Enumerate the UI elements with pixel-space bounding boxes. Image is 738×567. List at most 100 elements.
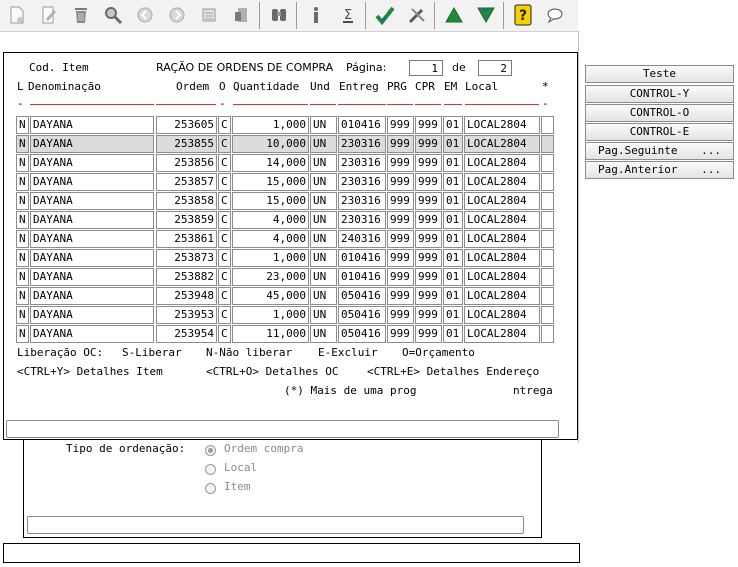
o-cell[interactable]: C [218, 192, 231, 210]
local-cell[interactable]: LOCAL2804 [464, 211, 540, 229]
liberacao-cell[interactable]: N [16, 211, 29, 229]
quantidade-cell[interactable]: 4,000 [232, 211, 309, 229]
denominacao-cell[interactable]: DAYANA [30, 192, 154, 210]
o-cell[interactable]: C [218, 211, 231, 229]
ordem-cell[interactable]: 253861 [156, 230, 217, 248]
liberacao-cell[interactable]: N [16, 306, 29, 324]
local-cell[interactable]: LOCAL2804 [464, 230, 540, 248]
entreg-cell[interactable]: 010416 [338, 268, 386, 286]
liberacao-cell[interactable]: N [16, 173, 29, 191]
circle-forward-icon[interactable] [164, 3, 190, 27]
radio-local[interactable] [205, 464, 216, 475]
o-cell[interactable]: C [218, 325, 231, 343]
cpr-cell[interactable]: 999 [415, 211, 442, 229]
side-button-control-e[interactable]: CONTROL-E [585, 123, 734, 141]
side-button-control-y[interactable]: CONTROL-Y [585, 85, 734, 103]
denominacao-cell[interactable]: DAYANA [30, 116, 154, 134]
cpr-cell[interactable]: 999 [415, 249, 442, 267]
cpr-cell[interactable]: 999 [415, 325, 442, 343]
liberacao-cell[interactable]: N [16, 230, 29, 248]
em-cell[interactable]: 01 [443, 268, 463, 286]
em-cell[interactable]: 01 [443, 154, 463, 172]
und-cell[interactable]: UN [310, 230, 337, 248]
side-button-control-o[interactable]: CONTROL-O [585, 104, 734, 122]
ordem-cell[interactable]: 253605 [156, 116, 217, 134]
cpr-cell[interactable]: 999 [415, 306, 442, 324]
und-cell[interactable]: UN [310, 249, 337, 267]
ordem-cell[interactable]: 253873 [156, 249, 217, 267]
prg-cell[interactable]: 999 [387, 135, 414, 153]
star-cell[interactable] [541, 154, 554, 172]
prg-cell[interactable]: 999 [387, 287, 414, 305]
o-cell[interactable]: C [218, 116, 231, 134]
em-cell[interactable]: 01 [443, 306, 463, 324]
page-current-field[interactable]: 1 [409, 60, 443, 76]
radio-ordem-compra[interactable] [205, 445, 216, 456]
o-cell[interactable]: C [218, 249, 231, 267]
liberacao-cell[interactable]: N [16, 192, 29, 210]
side-button-teste[interactable]: Teste [585, 65, 734, 83]
star-cell[interactable] [541, 306, 554, 324]
quantidade-cell[interactable]: 14,000 [232, 154, 309, 172]
prg-cell[interactable]: 999 [387, 230, 414, 248]
message-field[interactable] [6, 420, 559, 438]
star-cell[interactable] [541, 192, 554, 210]
o-cell[interactable]: C [218, 287, 231, 305]
quantidade-cell[interactable]: 23,000 [232, 268, 309, 286]
und-cell[interactable]: UN [310, 192, 337, 210]
quantidade-cell[interactable]: 15,000 [232, 192, 309, 210]
liberacao-cell[interactable]: N [16, 249, 29, 267]
denominacao-cell[interactable]: DAYANA [30, 325, 154, 343]
export-icon[interactable] [228, 3, 254, 27]
entreg-cell[interactable]: 010416 [338, 249, 386, 267]
em-cell[interactable]: 01 [443, 135, 463, 153]
ordem-cell[interactable]: 253859 [156, 211, 217, 229]
o-cell[interactable]: C [218, 230, 231, 248]
denominacao-cell[interactable]: DAYANA [30, 287, 154, 305]
star-cell[interactable] [541, 173, 554, 191]
denominacao-cell[interactable]: DAYANA [30, 249, 154, 267]
entreg-cell[interactable]: 240316 [338, 230, 386, 248]
quantidade-cell[interactable]: 1,000 [232, 306, 309, 324]
und-cell[interactable]: UN [310, 135, 337, 153]
star-cell[interactable] [541, 325, 554, 343]
em-cell[interactable]: 01 [443, 230, 463, 248]
ordem-cell[interactable]: 253858 [156, 192, 217, 210]
local-cell[interactable]: LOCAL2804 [464, 173, 540, 191]
liberacao-cell[interactable]: N [16, 287, 29, 305]
quantidade-cell[interactable]: 15,000 [232, 173, 309, 191]
liberacao-cell[interactable]: N [16, 154, 29, 172]
ordem-cell[interactable]: 253856 [156, 154, 217, 172]
local-cell[interactable]: LOCAL2804 [464, 116, 540, 134]
em-cell[interactable]: 01 [443, 211, 463, 229]
o-cell[interactable]: C [218, 268, 231, 286]
cpr-cell[interactable]: 999 [415, 268, 442, 286]
ordem-cell[interactable]: 253953 [156, 306, 217, 324]
print-icon[interactable] [196, 3, 222, 27]
liberacao-cell[interactable]: N [16, 116, 29, 134]
liberacao-cell[interactable]: N [16, 268, 29, 286]
o-cell[interactable]: C [218, 135, 231, 153]
denominacao-cell[interactable]: DAYANA [30, 173, 154, 191]
denominacao-cell[interactable]: DAYANA [30, 306, 154, 324]
cpr-cell[interactable]: 999 [415, 173, 442, 191]
o-cell[interactable]: C [218, 154, 231, 172]
prg-cell[interactable]: 999 [387, 173, 414, 191]
und-cell[interactable]: UN [310, 154, 337, 172]
local-cell[interactable]: LOCAL2804 [464, 306, 540, 324]
entreg-cell[interactable]: 050416 [338, 306, 386, 324]
ordem-cell[interactable]: 253855 [156, 135, 217, 153]
quantidade-cell[interactable]: 1,000 [232, 116, 309, 134]
denominacao-cell[interactable]: DAYANA [30, 230, 154, 248]
o-cell[interactable]: C [218, 173, 231, 191]
side-button-pag-seguinte[interactable]: Pag.Seguinte... [585, 142, 734, 160]
ordering-message-field[interactable] [27, 516, 524, 534]
star-cell[interactable] [541, 287, 554, 305]
local-cell[interactable]: LOCAL2804 [464, 268, 540, 286]
local-cell[interactable]: LOCAL2804 [464, 192, 540, 210]
prg-cell[interactable]: 999 [387, 211, 414, 229]
quantidade-cell[interactable]: 10,000 [232, 135, 309, 153]
tools-icon[interactable] [404, 3, 430, 27]
und-cell[interactable]: UN [310, 173, 337, 191]
em-cell[interactable]: 01 [443, 192, 463, 210]
